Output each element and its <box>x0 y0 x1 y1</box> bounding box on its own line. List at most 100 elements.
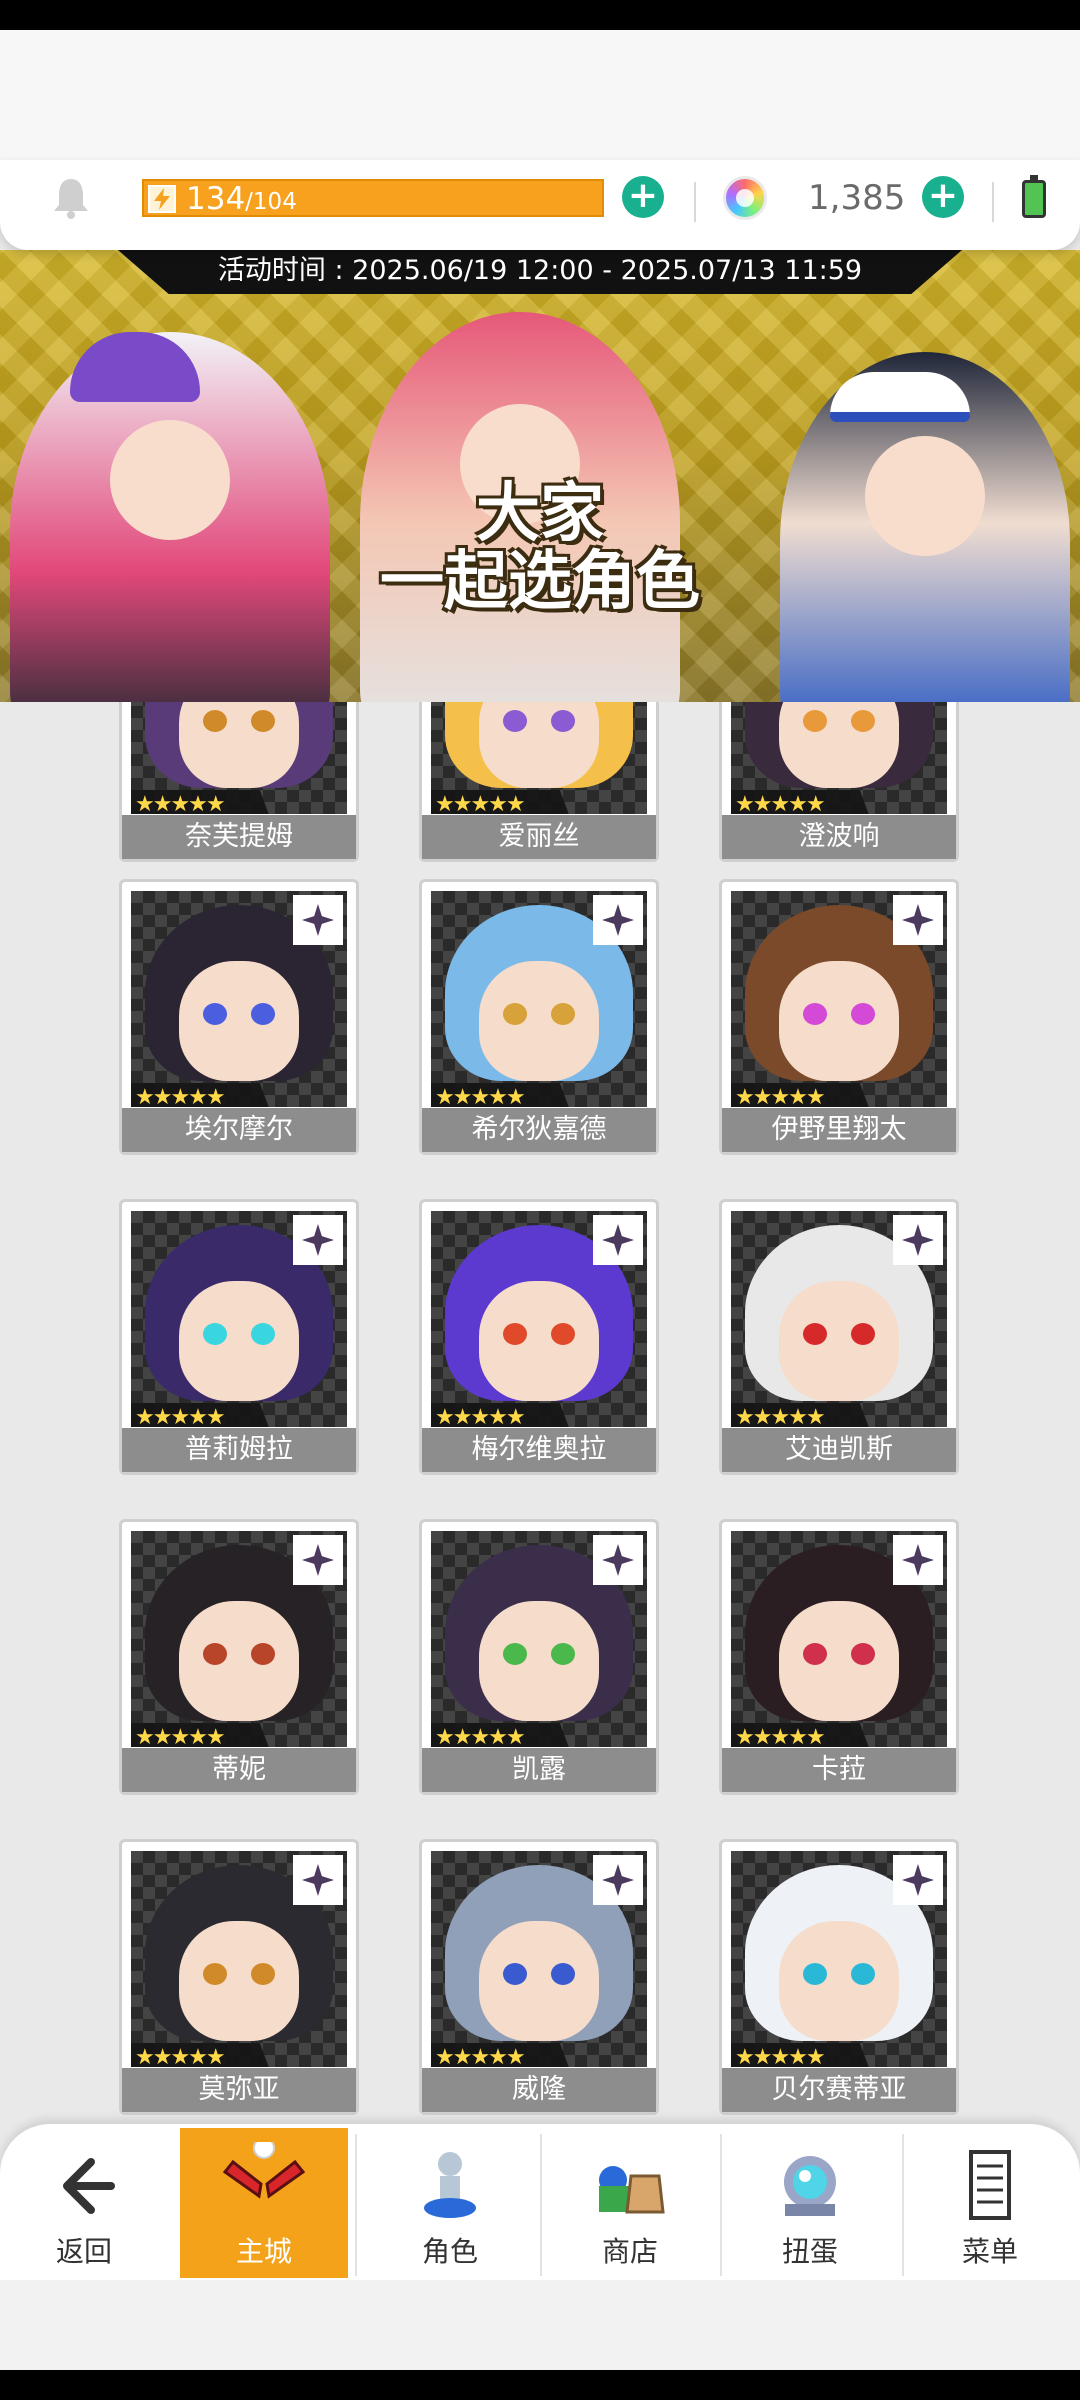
character-card[interactable]: ★★★★★ 普莉姆拉 <box>119 1199 359 1475</box>
character-name: 艾迪凯斯 <box>722 1428 956 1472</box>
divider <box>355 2134 357 2276</box>
star-rating: ★★★★★ <box>431 790 571 814</box>
bottom-spacer <box>0 2280 1080 2370</box>
sparkle-diamond-icon <box>893 1215 943 1265</box>
divider <box>992 182 994 222</box>
character-portrait: ★★★★★ <box>131 1211 347 1427</box>
character-grid: ★★★★★ 奈芙提姆 ★★★★★ 爱丽丝 ★★★★★ 澄波响 ★★★★★ 埃尔摩… <box>0 702 1080 2122</box>
shop-label: 商店 <box>601 2235 658 2268</box>
shop-bag-icon <box>599 2166 665 2214</box>
divider <box>540 2134 542 2276</box>
character-portrait: ★★★★★ <box>431 1211 647 1427</box>
divider <box>694 182 696 222</box>
banner-title: 大家 一起选角色 <box>300 480 780 616</box>
gem-count: 1,385 <box>808 178 906 218</box>
star-rating: ★★★★★ <box>731 790 871 814</box>
event-period-strip: 活动时间 : 2025.06/19 12:00 - 2025.07/13 11:… <box>118 250 962 294</box>
sparkle-diamond-icon <box>293 1855 343 1905</box>
nav-menu[interactable]: 菜单 <box>906 2132 1074 2278</box>
event-period: 活动时间 : 2025.06/19 12:00 - 2025.07/13 11:… <box>217 255 863 286</box>
character-card[interactable]: ★★★★★ 莫弥亚 <box>119 1839 359 2115</box>
character-card[interactable]: ★★★★★ 埃尔摩尔 <box>119 879 359 1155</box>
nav-characters[interactable]: 角色 <box>366 2132 534 2278</box>
star-rating: ★★★★★ <box>131 2043 271 2067</box>
star-rating: ★★★★★ <box>131 790 271 814</box>
sparkle-diamond-icon <box>593 1855 643 1905</box>
system-nav-bar <box>0 2370 1080 2400</box>
star-rating: ★★★★★ <box>131 1403 271 1427</box>
character-portrait: ★★★★★ <box>731 1531 947 1747</box>
star-rating: ★★★★★ <box>731 1723 871 1747</box>
character-card[interactable]: ★★★★★ 威隆 <box>419 1839 659 2115</box>
character-portrait: ★★★★★ <box>731 702 947 814</box>
add-stamina-button[interactable]: + <box>622 176 664 218</box>
top-spacer <box>0 30 1080 170</box>
lightning-icon <box>148 185 176 213</box>
gacha-label: 扭蛋 <box>781 2235 838 2268</box>
character-card[interactable]: ★★★★★ 希尔狄嘉德 <box>419 879 659 1155</box>
sparkle-diamond-icon <box>593 1215 643 1265</box>
character-card[interactable]: ★★★★★ 卡菈 <box>719 1519 959 1795</box>
character-figure-icon <box>424 2152 476 2218</box>
star-rating: ★★★★★ <box>731 2043 871 2067</box>
character-portrait: ★★★★★ <box>431 891 647 1107</box>
character-name: 卡菈 <box>722 1748 956 1792</box>
nav-gacha[interactable]: 扭蛋 <box>726 2132 894 2278</box>
character-portrait: ★★★★★ <box>431 1531 647 1747</box>
character-card[interactable]: ★★★★★ 爱丽丝 <box>419 702 659 862</box>
rainbow-gem-icon <box>723 176 767 220</box>
character-name: 普莉姆拉 <box>122 1428 356 1472</box>
banner-character-left <box>10 332 330 702</box>
add-gem-button[interactable]: + <box>922 176 964 218</box>
character-name: 希尔狄嘉德 <box>422 1108 656 1152</box>
stamina-value: 134/104 <box>186 181 297 220</box>
character-name: 伊野里翔太 <box>722 1108 956 1152</box>
sparkle-diamond-icon <box>593 1535 643 1585</box>
character-card[interactable]: ★★★★★ 艾迪凯斯 <box>719 1199 959 1475</box>
event-banner[interactable]: 活动时间 : 2025.06/19 12:00 - 2025.07/13 11:… <box>0 250 1080 702</box>
banner-title-line2: 一起选角色 <box>380 545 700 619</box>
bell-icon[interactable] <box>50 175 92 219</box>
stamina-max: /104 <box>245 189 297 215</box>
star-rating: ★★★★★ <box>131 1083 271 1107</box>
battery-icon <box>1022 175 1046 218</box>
character-card[interactable]: ★★★★★ 梅尔维奥拉 <box>419 1199 659 1475</box>
character-name: 埃尔摩尔 <box>122 1108 356 1152</box>
character-card[interactable]: ★★★★★ 澄波响 <box>719 702 959 862</box>
stamina-current: 134 <box>186 181 246 217</box>
character-portrait: ★★★★★ <box>431 1851 647 2067</box>
menu-label: 菜单 <box>961 2235 1018 2268</box>
character-portrait: ★★★★★ <box>131 702 347 814</box>
character-card[interactable]: ★★★★★ 蒂妮 <box>119 1519 359 1795</box>
character-name: 梅尔维奥拉 <box>422 1428 656 1472</box>
arrow-left-icon <box>63 2158 115 2214</box>
character-name: 澄波响 <box>722 815 956 859</box>
star-rating: ★★★★★ <box>431 1083 571 1107</box>
character-card[interactable]: ★★★★★ 凯露 <box>419 1519 659 1795</box>
character-portrait: ★★★★★ <box>731 1211 947 1427</box>
star-rating: ★★★★★ <box>731 1403 871 1427</box>
character-name: 奈芙提姆 <box>122 815 356 859</box>
nav-main-city[interactable]: 主城 <box>180 2128 348 2278</box>
character-card[interactable]: ★★★★★ 伊野里翔太 <box>719 879 959 1155</box>
character-name: 威隆 <box>422 2068 656 2112</box>
back-button[interactable]: 返回 <box>0 2132 168 2278</box>
character-portrait: ★★★★★ <box>131 1531 347 1747</box>
characters-label: 角色 <box>421 2235 478 2268</box>
sparkle-diamond-icon <box>893 895 943 945</box>
red-wings-icon <box>222 2142 306 2199</box>
star-rating: ★★★★★ <box>431 2043 571 2067</box>
character-card[interactable]: ★★★★★ 贝尔赛蒂亚 <box>719 1839 959 2115</box>
divider <box>902 2134 904 2276</box>
character-portrait: ★★★★★ <box>731 1851 947 2067</box>
character-card[interactable]: ★★★★★ 奈芙提姆 <box>119 702 359 862</box>
star-rating: ★★★★★ <box>731 1083 871 1107</box>
character-portrait: ★★★★★ <box>131 891 347 1107</box>
star-rating: ★★★★★ <box>431 1403 571 1427</box>
character-name: 莫弥亚 <box>122 2068 356 2112</box>
status-bar <box>0 0 1080 30</box>
nav-shop[interactable]: 商店 <box>546 2132 714 2278</box>
notebook-icon <box>969 2150 1011 2220</box>
banner-title-line1: 大家 <box>476 477 604 551</box>
sparkle-diamond-icon <box>293 1215 343 1265</box>
